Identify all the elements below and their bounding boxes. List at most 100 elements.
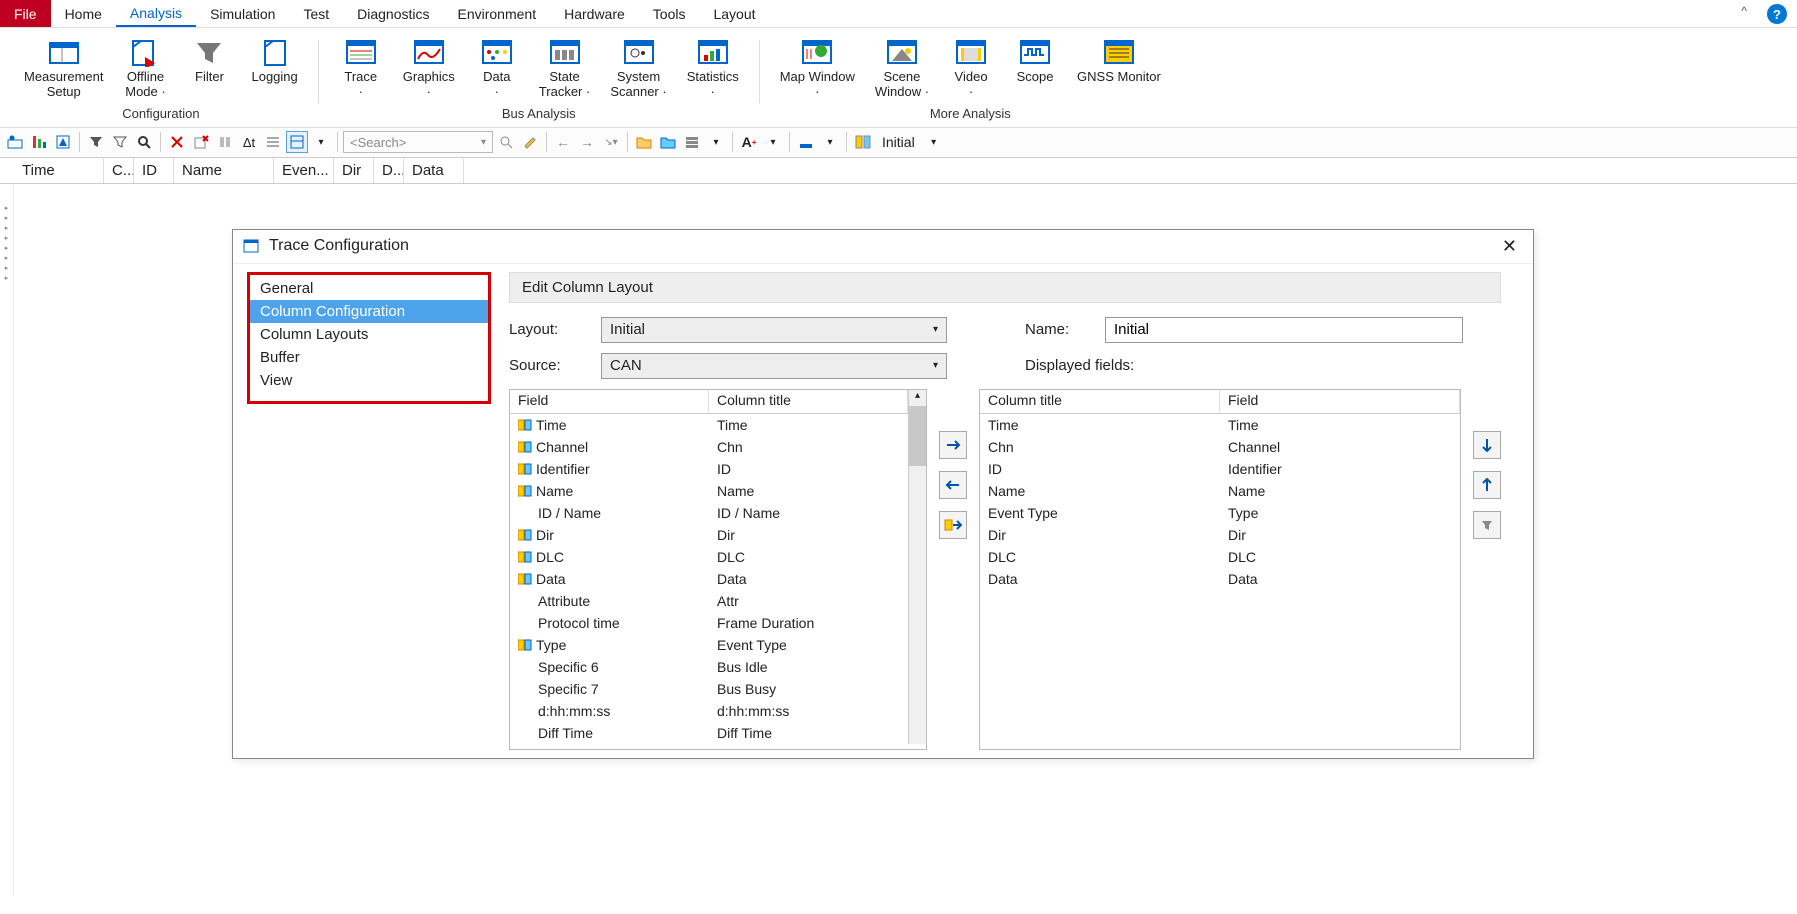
layout-name[interactable]: Initial <box>876 134 921 150</box>
tb-dropdown-icon[interactable]: ▾ <box>310 131 332 153</box>
help-icon[interactable]: ? <box>1767 4 1787 24</box>
nav-view[interactable]: View <box>250 369 488 392</box>
field-row[interactable]: Specific 7Bus Busy <box>510 678 908 700</box>
tb-mode-icon[interactable] <box>286 131 308 153</box>
column-header[interactable]: ID <box>134 158 174 183</box>
column-header[interactable]: Dir <box>334 158 374 183</box>
ribbon-data[interactable]: Data · <box>467 34 527 102</box>
tb-list-icon[interactable] <box>262 131 284 153</box>
menu-diagnostics[interactable]: Diagnostics <box>343 0 443 27</box>
scrollbar[interactable]: ▴ <box>908 390 926 744</box>
ribbon-trace[interactable]: Trace · <box>331 34 391 102</box>
field-row[interactable]: AttributeAttr <box>510 590 908 612</box>
ribbon-stats[interactable]: Statistics · <box>679 34 747 102</box>
tb-pause-icon[interactable] <box>214 131 236 153</box>
menu-file[interactable]: File <box>0 0 51 27</box>
tb-clear-icon[interactable] <box>190 131 212 153</box>
ribbon-meas[interactable]: Measurement Setup <box>16 34 111 102</box>
field-row[interactable]: TypeEvent Type <box>510 634 908 656</box>
nav-buffer[interactable]: Buffer <box>250 346 488 369</box>
search-input[interactable]: <Search>▾ <box>343 131 493 153</box>
column-header[interactable]: C... <box>104 158 134 183</box>
displayed-row[interactable]: IDIdentifier <box>980 458 1460 480</box>
tb-dd1[interactable]: ▾ <box>705 131 727 153</box>
displayed-row[interactable]: Event TypeType <box>980 502 1460 524</box>
ribbon-video[interactable]: Video · <box>941 34 1001 102</box>
column-header[interactable]: D... <box>374 158 404 183</box>
menu-analysis[interactable]: Analysis <box>116 0 196 27</box>
tb-export-icon[interactable] <box>657 131 679 153</box>
ribbon-filter[interactable]: Filter <box>179 34 239 102</box>
tb-icon-3[interactable] <box>52 131 74 153</box>
remove-field-button[interactable] <box>939 471 967 499</box>
column-header[interactable]: Name <box>174 158 274 183</box>
tb-next-icon[interactable]: → <box>576 131 598 153</box>
ribbon-scene[interactable]: Scene Window · <box>867 34 937 102</box>
column-header[interactable]: Data <box>404 158 464 183</box>
ribbon-scanner[interactable]: System Scanner · <box>602 34 674 102</box>
ribbon-map[interactable]: Map Window · <box>772 34 863 102</box>
tb-layout-icon[interactable] <box>852 131 874 153</box>
close-icon[interactable]: ✕ <box>1496 236 1523 257</box>
nav-column-layouts[interactable]: Column Layouts <box>250 323 488 346</box>
field-row[interactable]: TimeTime <box>510 414 908 436</box>
tb-goto-icon[interactable]: ↘▾ <box>600 131 622 153</box>
ribbon-offline[interactable]: Offline Mode · <box>115 34 175 102</box>
tb-delta-icon[interactable]: Δt <box>238 131 260 153</box>
displayed-row[interactable]: DirDir <box>980 524 1460 546</box>
layout-combo[interactable]: Initial▾ <box>601 317 947 343</box>
tb-icon-2[interactable] <box>28 131 50 153</box>
tb-highlight-icon[interactable] <box>519 131 541 153</box>
add-all-button[interactable] <box>939 511 967 539</box>
column-header[interactable]: Even... <box>274 158 334 183</box>
tb-find-icon[interactable] <box>495 131 517 153</box>
displayed-row[interactable]: TimeTime <box>980 414 1460 436</box>
move-down-button[interactable] <box>1473 431 1501 459</box>
nav-column-configuration[interactable]: Column Configuration <box>250 300 488 323</box>
filter-button[interactable] <box>1473 511 1501 539</box>
name-input[interactable] <box>1105 317 1463 343</box>
collapse-ribbon-icon[interactable]: ^ <box>1731 0 1757 27</box>
displayed-fields-list[interactable]: Column titleField TimeTimeChnChannelIDId… <box>979 389 1461 750</box>
tb-color-icon[interactable] <box>795 131 817 153</box>
ribbon-scope[interactable]: Scope <box>1005 34 1065 102</box>
tb-font-icon[interactable]: A+ <box>738 131 760 153</box>
tb-delete-icon[interactable] <box>166 131 188 153</box>
field-row[interactable]: d:hh:mm:ssd:hh:mm:ss <box>510 700 908 722</box>
field-row[interactable]: DLCDLC <box>510 546 908 568</box>
menu-layout[interactable]: Layout <box>699 0 769 27</box>
displayed-row[interactable]: NameName <box>980 480 1460 502</box>
displayed-row[interactable]: DLCDLC <box>980 546 1460 568</box>
field-row[interactable]: Protocol timeFrame Duration <box>510 612 908 634</box>
tb-filter-icon[interactable] <box>85 131 107 153</box>
tb-folder-icon[interactable] <box>633 131 655 153</box>
nav-general[interactable]: General <box>250 277 488 300</box>
tb-search-icon[interactable] <box>133 131 155 153</box>
menu-hardware[interactable]: Hardware <box>550 0 639 27</box>
displayed-row[interactable]: ChnChannel <box>980 436 1460 458</box>
tb-prev-icon[interactable]: ← <box>552 131 574 153</box>
menu-tools[interactable]: Tools <box>639 0 700 27</box>
menu-test[interactable]: Test <box>289 0 343 27</box>
tb-dd3[interactable]: ▾ <box>819 131 841 153</box>
ribbon-logging[interactable]: Logging <box>243 34 305 102</box>
field-row[interactable]: DataData <box>510 568 908 590</box>
menu-home[interactable]: Home <box>51 0 116 27</box>
field-row[interactable]: Diff TimeDiff Time <box>510 722 908 744</box>
tb-rows-icon[interactable] <box>681 131 703 153</box>
available-fields-list[interactable]: FieldColumn title TimeTimeChannelChnIden… <box>509 389 927 750</box>
tb-dd2[interactable]: ▾ <box>762 131 784 153</box>
move-up-button[interactable] <box>1473 471 1501 499</box>
tb-filter2-icon[interactable] <box>109 131 131 153</box>
ribbon-state[interactable]: State Tracker · <box>531 34 599 102</box>
menu-environment[interactable]: Environment <box>444 0 551 27</box>
menu-simulation[interactable]: Simulation <box>196 0 289 27</box>
displayed-row[interactable]: DataData <box>980 568 1460 590</box>
field-row[interactable]: IdentifierID <box>510 458 908 480</box>
field-row[interactable]: NameName <box>510 480 908 502</box>
field-row[interactable]: DirDir <box>510 524 908 546</box>
ribbon-graphics[interactable]: Graphics · <box>395 34 463 102</box>
add-field-button[interactable] <box>939 431 967 459</box>
tb-icon-1[interactable] <box>4 131 26 153</box>
column-header[interactable]: Time <box>14 158 104 183</box>
